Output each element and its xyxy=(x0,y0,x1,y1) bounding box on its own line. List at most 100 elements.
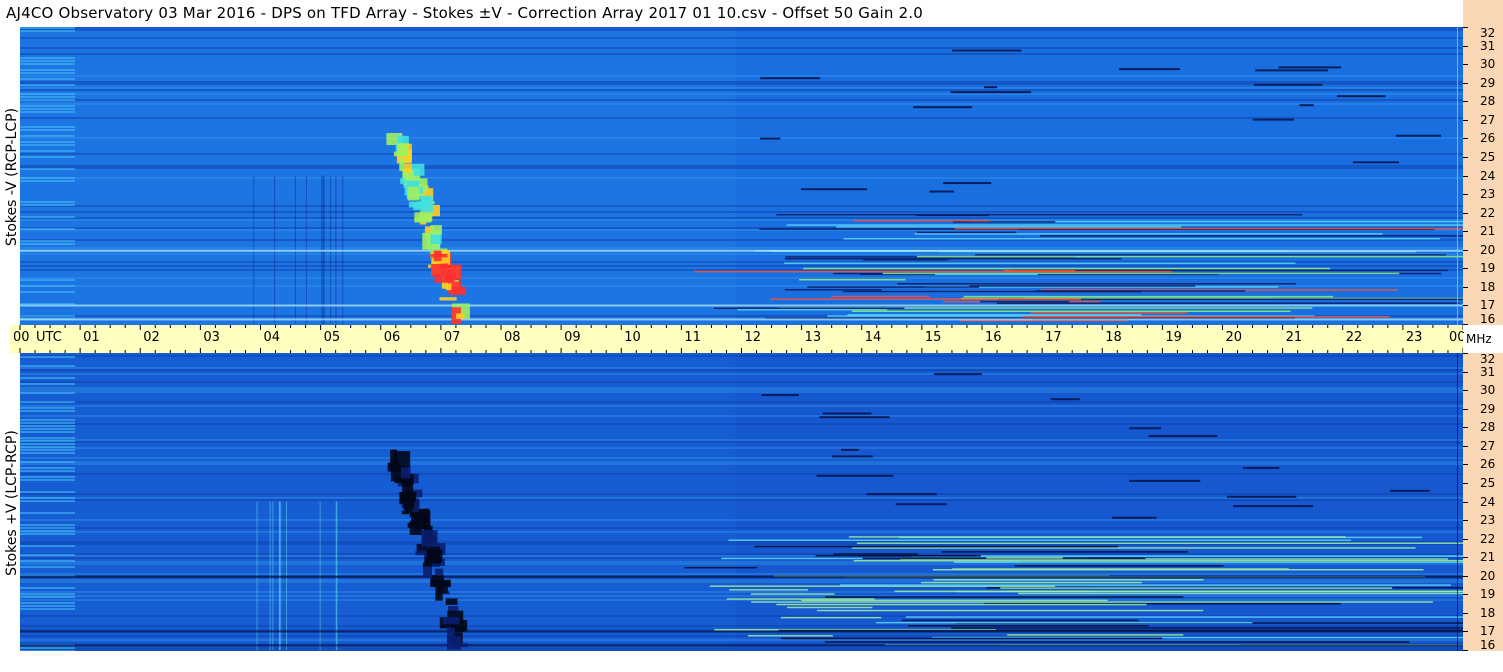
freq-tick-label: 31 xyxy=(1480,365,1496,379)
interference-line xyxy=(969,285,1196,287)
interference-line xyxy=(1035,290,1246,292)
channel-stripe xyxy=(20,581,1463,583)
time-tick-label: 07 xyxy=(443,330,461,345)
interference-line xyxy=(1021,315,1390,318)
time-axis-ticks xyxy=(19,325,1463,353)
time-tick-label: 11 xyxy=(684,330,701,345)
rfi-dash xyxy=(1233,505,1314,508)
freq-tick-label: 22 xyxy=(1480,206,1496,220)
edge-stripe xyxy=(20,216,75,218)
interference-line xyxy=(951,627,1463,629)
channel-stripe xyxy=(20,167,1463,169)
time-tick-label: 02 xyxy=(143,330,160,345)
spectrogram-bottom-panel xyxy=(20,353,1463,651)
channel-stripe xyxy=(20,499,1463,501)
constant-frequency-line xyxy=(20,304,1463,307)
freq-tick-label: 20 xyxy=(1480,243,1496,257)
rfi-dash xyxy=(1389,489,1430,492)
interference-line xyxy=(952,568,1289,570)
freq-tick-label: 28 xyxy=(1480,94,1496,108)
interference-line xyxy=(1039,235,1463,237)
time-tick-label: 14 xyxy=(864,330,882,345)
interference-line xyxy=(784,258,1122,260)
freq-tick-label: 31 xyxy=(1480,39,1496,53)
edge-stripe xyxy=(20,608,75,610)
rfi-dash xyxy=(933,373,983,376)
channel-stripe xyxy=(20,219,1463,221)
channel-stripe xyxy=(20,89,1463,91)
freq-tick-label: 24 xyxy=(1480,169,1496,183)
edge-stripe xyxy=(20,602,75,604)
panel-top-svg xyxy=(20,27,1463,325)
rfi-dash xyxy=(1252,118,1294,121)
channel-stripe xyxy=(20,447,1463,449)
interference-line xyxy=(901,619,1139,622)
channel-stripe xyxy=(20,625,1463,627)
channel-stripe xyxy=(20,277,1463,279)
channel-stripe xyxy=(20,519,1463,521)
rfi-dash xyxy=(1129,479,1201,482)
edge-stripe xyxy=(20,491,75,493)
channel-stripe xyxy=(20,177,1463,179)
edge-stripe xyxy=(20,647,75,649)
edge-stripe xyxy=(20,27,75,29)
channel-stripe xyxy=(20,493,1463,495)
interference-line xyxy=(747,635,833,637)
edge-stripe xyxy=(20,72,75,74)
edge-stripe xyxy=(20,587,75,589)
top-panel-ylabel: Stokes -V (RCP-LCP) xyxy=(4,107,20,247)
channel-stripe xyxy=(20,153,1463,155)
time-tick-label: 22 xyxy=(1345,330,1363,345)
freq-tick xyxy=(1463,427,1468,428)
freq-tick xyxy=(1463,409,1468,410)
constant-frequency-line xyxy=(20,575,1463,578)
interference-line xyxy=(963,295,1334,298)
edge-stripe xyxy=(20,315,75,317)
interference-line xyxy=(843,237,1441,240)
rfi-dash xyxy=(1395,134,1442,137)
burst-mark xyxy=(399,158,405,172)
interference-line xyxy=(784,289,882,291)
channel-stripe xyxy=(20,205,1463,207)
rfi-dash xyxy=(1111,516,1157,519)
rfi-dash xyxy=(1129,427,1162,430)
interference-line xyxy=(776,213,1303,216)
interference-line xyxy=(853,219,991,222)
interference-line xyxy=(851,310,1291,313)
channel-stripe xyxy=(20,373,1463,375)
interference-line xyxy=(815,555,976,557)
constant-frequency-line xyxy=(20,644,1463,647)
edge-stripe xyxy=(20,527,75,529)
edge-stripe xyxy=(20,201,75,203)
rfi-dash xyxy=(761,394,799,397)
time-tick-label: 01 xyxy=(83,330,100,345)
edge-stripe xyxy=(20,425,75,427)
freq-tick xyxy=(1463,64,1468,65)
rfi-dash xyxy=(801,188,868,191)
channel-stripe xyxy=(20,389,1463,391)
freq-tick xyxy=(1463,353,1468,354)
freq-tick-label: 22 xyxy=(1480,532,1496,546)
interference-line xyxy=(1007,634,1184,636)
freq-tick xyxy=(1463,27,1468,28)
edge-stripe xyxy=(20,605,75,607)
interference-line xyxy=(848,536,1346,538)
burst-mark xyxy=(442,617,460,625)
freq-tick xyxy=(1463,101,1468,102)
freq-tick-label: 24 xyxy=(1480,495,1496,509)
edge-stripe xyxy=(20,467,75,469)
time-tick-label: 18 xyxy=(1105,330,1122,345)
freq-tick-label: 25 xyxy=(1480,476,1496,490)
time-tick-label: 12 xyxy=(744,330,762,345)
channel-stripe xyxy=(20,83,1463,85)
rfi-dash xyxy=(840,448,859,451)
channel-stripe xyxy=(20,117,1463,119)
interference-line xyxy=(816,609,1204,612)
time-tick-label: 03 xyxy=(203,330,220,345)
burst-mark xyxy=(404,163,412,173)
freq-tick-label: 27 xyxy=(1480,439,1496,453)
freq-tick xyxy=(1463,464,1468,465)
channel-stripe xyxy=(20,265,1463,267)
edge-stripe xyxy=(20,593,75,595)
time-axis: UTC 00 01 02 03 04 05 06 07 08 09 10 11 12 13 14 15 16 17… xyxy=(10,325,1466,353)
